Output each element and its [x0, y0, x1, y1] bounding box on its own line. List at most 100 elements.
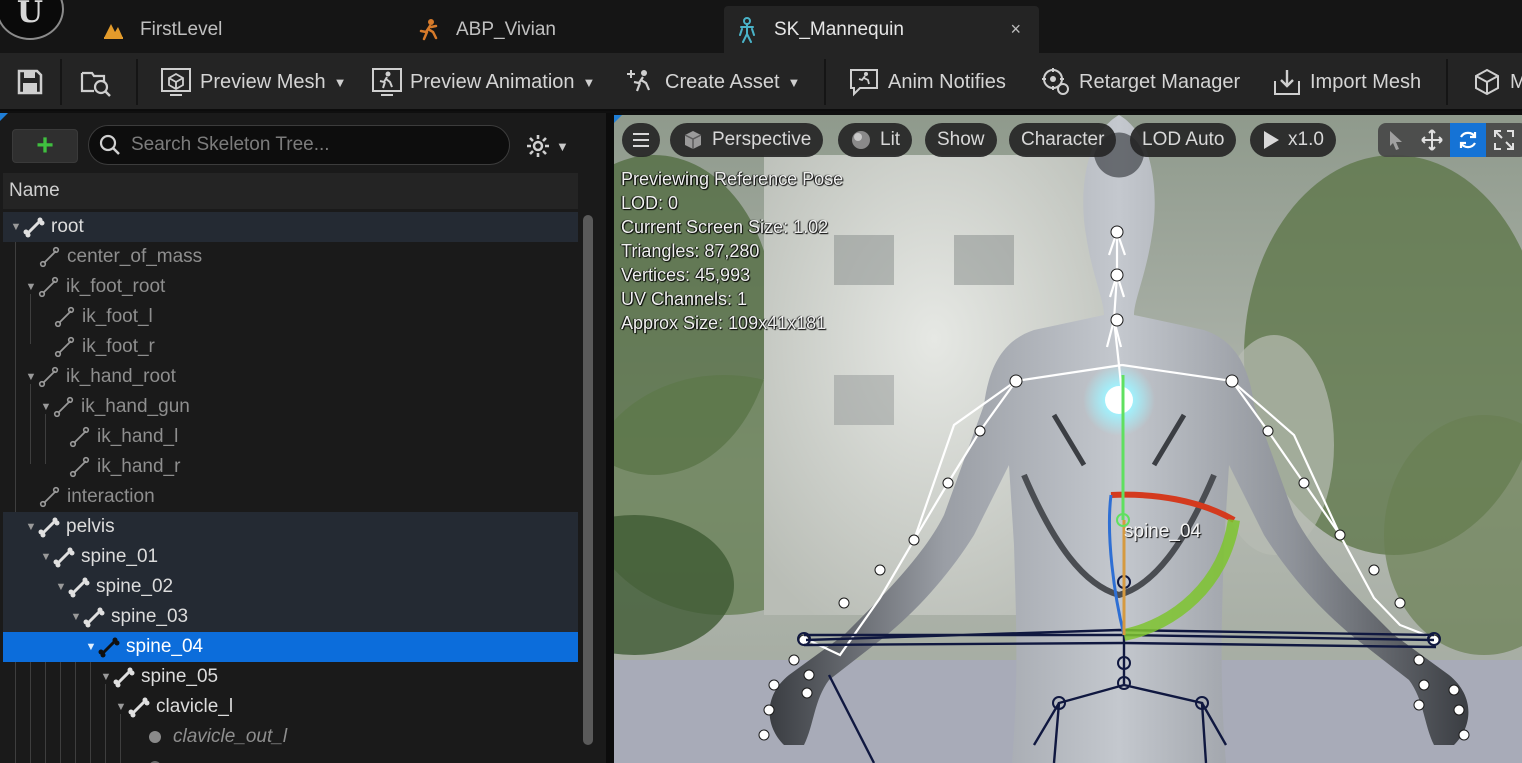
stats-lod: LOD: 0	[621, 193, 679, 213]
tab-abp-vivian[interactable]: ABP_Vivian	[416, 6, 716, 53]
preview-animation-button[interactable]: Preview Animation ▼	[372, 53, 595, 111]
tree-row-ik-hand-l[interactable]: ik_hand_l	[3, 422, 578, 452]
bone-label: ik_hand_r	[97, 456, 181, 477]
tree-row-spine-05[interactable]: ▼ spine_05	[3, 662, 578, 692]
tree-settings-button[interactable]: ▼	[526, 131, 582, 161]
skeleton-icon	[734, 16, 760, 43]
character-label: Character	[1021, 129, 1105, 150]
bone-icon	[113, 667, 135, 688]
show-button[interactable]: Show	[925, 123, 997, 157]
playback-speed-button[interactable]: x1.0	[1250, 123, 1336, 157]
tree-row-ik-hand-r[interactable]: ik_hand_r	[3, 452, 578, 482]
rotate-tool[interactable]	[1450, 123, 1486, 157]
retarget-manager-button[interactable]: Retarget Manager	[1041, 53, 1240, 111]
translate-tool[interactable]	[1414, 123, 1450, 157]
tree-row-clavicle-l[interactable]: ▼ clavicle_l	[3, 692, 578, 722]
tree-row-ik-foot-root[interactable]: ▼ ik_foot_root	[3, 272, 578, 302]
expand-caret-icon[interactable]: ▼	[99, 670, 113, 684]
anim-notifies-icon	[850, 69, 878, 97]
character-button[interactable]: Character	[1009, 123, 1117, 157]
create-asset-button[interactable]: Create Asset ▼	[627, 53, 800, 111]
unreal-logo[interactable]: U	[0, 0, 64, 40]
column-header-name[interactable]: Name	[3, 173, 578, 209]
tree-row-clavicle-out-l[interactable]: clavicle_out_l	[3, 722, 578, 752]
save-icon	[17, 69, 43, 95]
expand-caret-icon[interactable]: ▼	[9, 220, 23, 234]
tree-row-root[interactable]: ▼ root	[3, 212, 578, 242]
speed-label: x1.0	[1288, 129, 1324, 150]
preview-mesh-button[interactable]: Preview Mesh ▼	[160, 53, 346, 111]
anim-notifies-button[interactable]: Anim Notifies	[848, 53, 1006, 111]
import-mesh-button[interactable]: Import Mesh	[1272, 53, 1421, 111]
bone-label: ik_foot_root	[66, 276, 166, 297]
viewport-focus-marker	[614, 115, 622, 123]
tree-scrollbar[interactable]	[582, 215, 594, 745]
cursor-icon	[1390, 131, 1402, 150]
chevron-down-icon: ▼	[582, 74, 596, 90]
tree-row-spine-04[interactable]: ▼ spine_04	[3, 632, 578, 662]
scrollbar-thumb[interactable]	[583, 215, 593, 745]
expand-caret-icon[interactable]: ▼	[69, 610, 83, 624]
toolbar-separator	[136, 59, 138, 105]
tree-row-ik-foot-r[interactable]: ik_foot_r	[3, 332, 578, 362]
expand-caret-icon[interactable]: ▼	[84, 640, 98, 654]
bone-label: clavicle_l	[156, 696, 234, 717]
overflow-button[interactable]: M	[1472, 53, 1522, 111]
preview-viewport[interactable]: Perspective Lit Show Character LOD Auto …	[614, 115, 1522, 763]
expand-caret-icon[interactable]: ▼	[39, 550, 53, 564]
bone-icon	[68, 577, 90, 598]
bone-label: ik_foot_r	[82, 336, 155, 357]
chevron-down-icon: ▼	[556, 138, 569, 154]
lit-sphere-icon	[852, 131, 870, 149]
level-icon	[100, 17, 126, 43]
bone-label: interaction	[67, 486, 155, 507]
tree-row-pelvis[interactable]: ▼ pelvis	[3, 512, 578, 542]
tree-row-spine-02[interactable]: ▼ spine_02	[3, 572, 578, 602]
expand-caret-icon[interactable]: ▼	[24, 370, 38, 384]
viewport-menu-button[interactable]	[622, 123, 660, 157]
expand-caret-icon[interactable]: ▼	[54, 580, 68, 594]
bone-outline-icon	[39, 486, 60, 508]
panel-splitter[interactable]	[606, 113, 614, 763]
tree-row-spine-03[interactable]: ▼ spine_03	[3, 602, 578, 632]
create-asset-icon	[627, 70, 651, 92]
tab-firstlevel[interactable]: FirstLevel	[100, 6, 400, 53]
tab-sk-mannequin[interactable]: SK_Mannequin ×	[724, 6, 1039, 53]
anim-blueprint-icon	[416, 17, 442, 43]
tree-row-ik-foot-l[interactable]: ik_foot_l	[3, 302, 578, 332]
stats-triangles: Triangles: 87,280	[621, 241, 760, 261]
tree-row-ik-hand-root[interactable]: ▼ ik_hand_root	[3, 362, 578, 392]
lit-button[interactable]: Lit	[838, 123, 913, 157]
tree-row-center-of-mass[interactable]: center_of_mass	[3, 242, 578, 272]
scale-tool[interactable]	[1486, 123, 1522, 157]
save-button[interactable]	[16, 53, 52, 111]
anim-notifies-label: Anim Notifies	[888, 70, 1006, 93]
expand-caret-icon[interactable]: ▼	[24, 520, 38, 534]
add-bone-button[interactable]: +	[12, 129, 78, 163]
select-tool[interactable]	[1378, 123, 1414, 157]
skeleton-search[interactable]	[88, 125, 510, 165]
asset-toolbar: Preview Mesh ▼ Preview Animation ▼ Creat…	[0, 53, 1522, 111]
search-icon	[99, 134, 120, 155]
expand-caret-icon[interactable]: ▼	[39, 400, 53, 414]
close-tab-icon[interactable]: ×	[1010, 19, 1021, 40]
lod-button[interactable]: LOD Auto	[1130, 123, 1237, 157]
perspective-label: Perspective	[712, 129, 812, 150]
bone-label: root	[51, 216, 84, 237]
bone-label: spine_01	[81, 546, 159, 567]
search-input[interactable]	[131, 134, 491, 156]
expand-caret-icon[interactable]: ▼	[24, 280, 38, 294]
expand-caret-icon[interactable]: ▼	[114, 700, 128, 714]
hamburger-icon	[633, 133, 649, 147]
chevron-down-icon: ▼	[787, 74, 801, 90]
tree-row-interaction[interactable]: interaction	[3, 482, 578, 512]
selected-bone-label: spine_04	[1124, 521, 1202, 542]
browse-button[interactable]	[80, 53, 120, 111]
bone-label: ik_foot_l	[82, 306, 153, 327]
tree-row-spine-01[interactable]: ▼ spine_01	[3, 542, 578, 572]
stats-approx-size: Approx Size: 109x41x181	[621, 313, 827, 333]
bone-label: ik_hand_l	[97, 426, 179, 447]
perspective-button[interactable]: Perspective	[670, 123, 824, 157]
tree-row-ik-hand-gun[interactable]: ▼ ik_hand_gun	[3, 392, 578, 422]
toolbar-separator	[824, 59, 826, 105]
